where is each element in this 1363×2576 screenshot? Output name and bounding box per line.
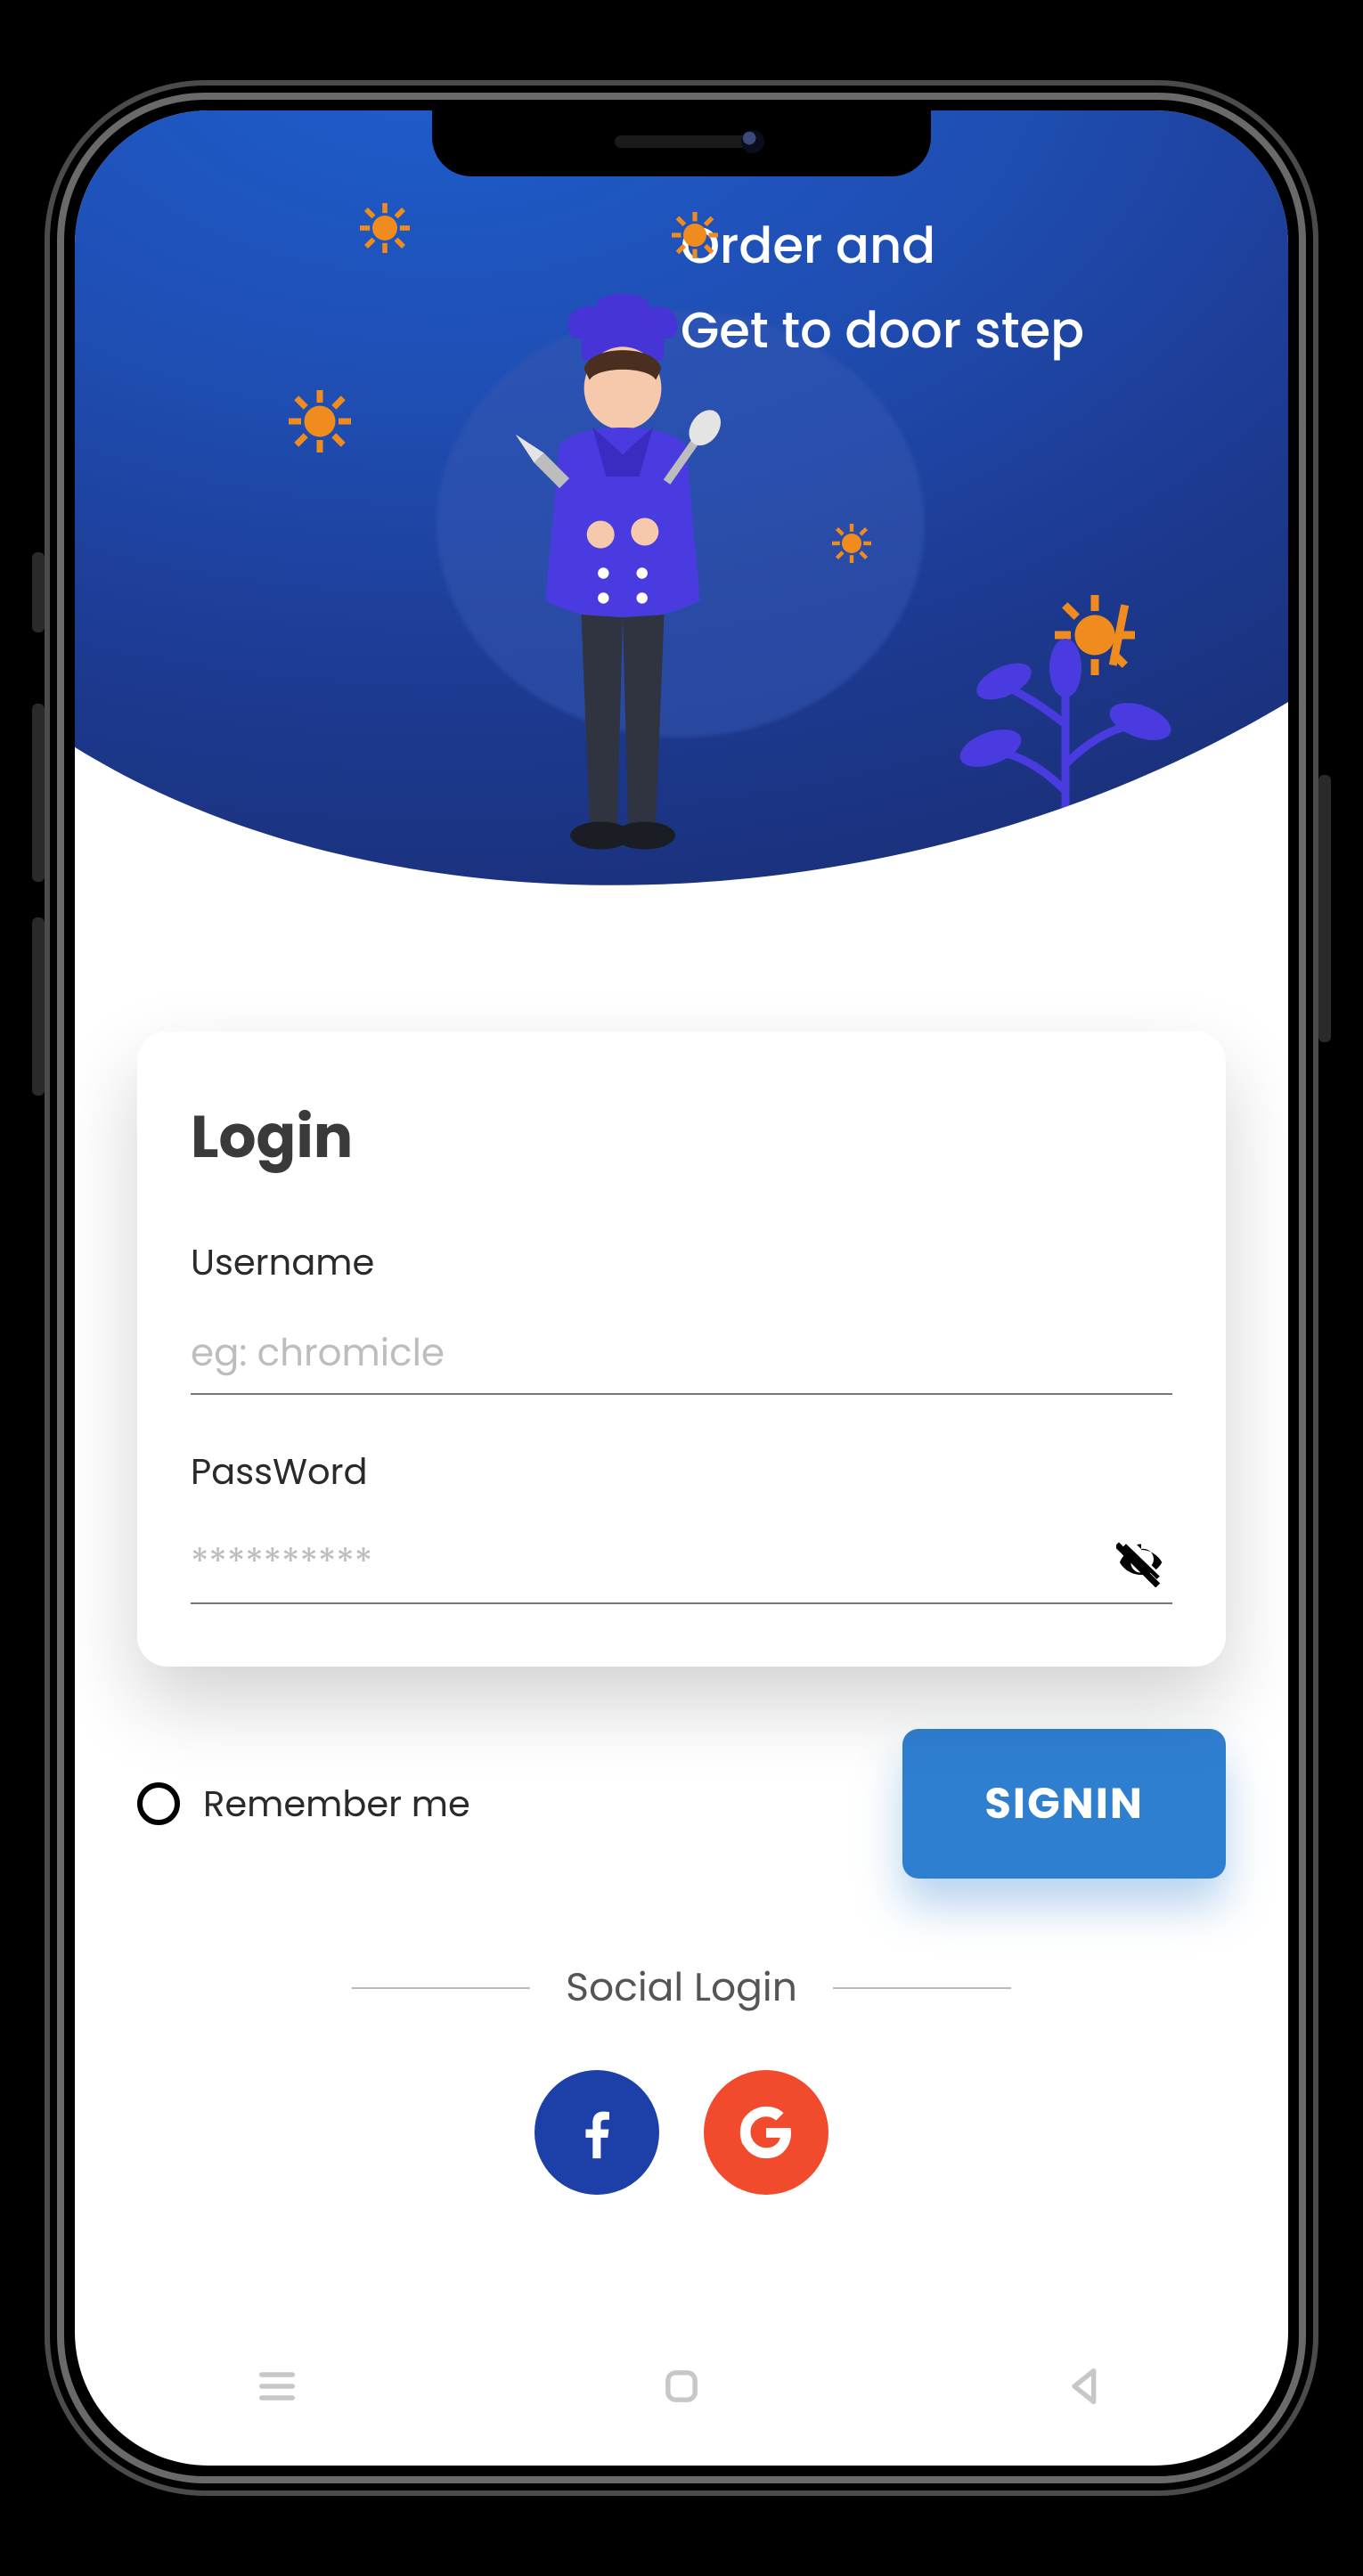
burst-icon xyxy=(672,212,718,258)
burst-icon xyxy=(360,203,410,253)
home-button[interactable] xyxy=(650,2355,713,2417)
recent-apps-button[interactable] xyxy=(246,2355,308,2417)
username-label: Username xyxy=(191,1235,1172,1289)
volume-down-button xyxy=(32,917,45,1096)
power-button xyxy=(1318,775,1331,1042)
username-input[interactable] xyxy=(191,1325,1172,1381)
notch xyxy=(432,110,931,176)
divider-line xyxy=(833,1987,1011,1989)
hero-title-line1: Order and xyxy=(681,203,1084,288)
social-buttons xyxy=(75,2070,1288,2195)
google-login-button[interactable] xyxy=(704,2070,828,2195)
hero-banner: 12:13 | 52% xyxy=(75,110,1288,960)
facebook-icon xyxy=(566,2101,628,2164)
actions-row: Remember me SIGNIN xyxy=(137,1729,1226,1879)
plant-illustration xyxy=(959,631,1172,925)
password-label: PassWord xyxy=(191,1445,1172,1498)
burst-icon xyxy=(289,390,351,452)
chef-illustration xyxy=(485,283,761,891)
login-card: Login Username PassWord xyxy=(137,1031,1226,1667)
social-divider-label: Social Login xyxy=(566,1959,797,2017)
social-divider: Social Login xyxy=(75,1959,1288,2017)
burst-icon xyxy=(832,524,871,563)
volume-up-button xyxy=(32,704,45,882)
password-input[interactable] xyxy=(191,1534,1110,1590)
google-icon xyxy=(735,2101,797,2164)
login-heading: Login xyxy=(191,1094,1172,1182)
side-button xyxy=(32,552,45,632)
phone-frame: 12:13 | 52% xyxy=(45,80,1318,2496)
screen: 12:13 | 52% xyxy=(75,110,1288,2466)
facebook-login-button[interactable] xyxy=(535,2070,659,2195)
remember-me-toggle[interactable]: Remember me xyxy=(137,1777,470,1830)
signin-button[interactable]: SIGNIN xyxy=(902,1729,1226,1879)
remember-me-label: Remember me xyxy=(203,1777,470,1830)
back-button[interactable] xyxy=(1055,2355,1117,2417)
radio-unchecked-icon xyxy=(137,1782,180,1825)
divider-line xyxy=(352,1987,530,1989)
visibility-off-icon[interactable] xyxy=(1110,1541,1172,1584)
system-nav-bar xyxy=(75,2337,1288,2435)
